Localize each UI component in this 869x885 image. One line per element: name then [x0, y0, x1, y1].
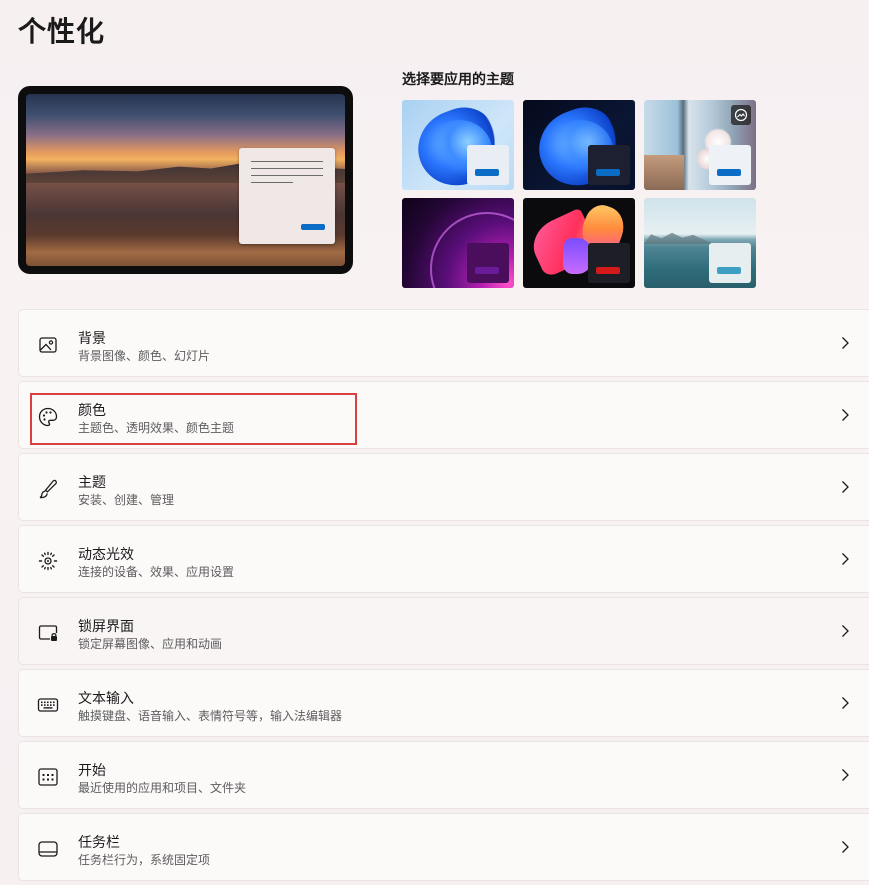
theme-tile-lake[interactable]: [644, 198, 756, 288]
settings-list: 背景 背景图像、颜色、幻灯片 颜色 主题色、透明效果、颜色主题 主题 安装、创建…: [18, 309, 869, 885]
chevron-right-icon: [842, 697, 849, 709]
setting-row-dynamic-lighting[interactable]: 动态光效 连接的设备、效果、应用设置: [18, 525, 869, 593]
setting-desc: 最近使用的应用和项目、文件夹: [78, 781, 247, 795]
setting-row-themes[interactable]: 主题 安装、创建、管理: [18, 453, 869, 521]
setting-title: 文本输入: [78, 691, 134, 707]
preview-accent-button: [301, 224, 325, 230]
theme-mini-window: [467, 145, 509, 185]
chevron-right-icon: [842, 841, 849, 853]
setting-row-text-input[interactable]: 文本输入 触摸键盘、语音输入、表情符号等，输入法编辑器: [18, 669, 869, 737]
setting-row-start[interactable]: 开始 最近使用的应用和项目、文件夹: [18, 741, 869, 809]
theme-mini-window: [709, 243, 751, 283]
setting-row-lock-screen[interactable]: 锁屏界面 锁定屏幕图像、应用和动画: [18, 597, 869, 665]
chevron-right-icon: [842, 481, 849, 493]
setting-title: 颜色: [78, 403, 106, 419]
theme-mini-window: [467, 243, 509, 283]
preview-wallpaper: [26, 94, 345, 266]
themes-grid: [402, 100, 756, 288]
palette-icon: [37, 406, 59, 428]
light-icon: [37, 550, 59, 572]
image-icon: [37, 334, 59, 356]
chevron-right-icon: [842, 625, 849, 637]
setting-title: 主题: [78, 475, 106, 491]
setting-row-background[interactable]: 背景 背景图像、颜色、幻灯片: [18, 309, 869, 377]
setting-desc: 主题色、透明效果、颜色主题: [78, 421, 235, 435]
theme-tile-captured-motion[interactable]: [523, 198, 635, 288]
chevron-right-icon: [842, 337, 849, 349]
page-title: 个性化: [18, 15, 106, 48]
theme-mini-window: [588, 145, 630, 185]
lock-screen-icon: [37, 622, 59, 644]
setting-row-taskbar[interactable]: 任务栏 任务栏行为，系统固定项: [18, 813, 869, 881]
setting-title: 开始: [78, 763, 106, 779]
setting-desc: 安装、创建、管理: [78, 493, 175, 507]
theme-tile-windows-dark[interactable]: [523, 100, 635, 190]
mountains: [644, 232, 714, 244]
theme-tile-glow-flowers[interactable]: [644, 100, 756, 190]
chevron-right-icon: [842, 409, 849, 421]
setting-title: 动态光效: [78, 547, 134, 563]
themes-title: 选择要应用的主题: [402, 72, 514, 88]
theme-mini-window: [588, 243, 630, 283]
setting-row-colors[interactable]: 颜色 主题色、透明效果、颜色主题: [18, 381, 869, 449]
setting-title: 锁屏界面: [78, 619, 134, 635]
brush-icon: [37, 478, 59, 500]
preview-window: [239, 148, 335, 244]
chevron-right-icon: [842, 769, 849, 781]
keyboard-icon: [37, 694, 59, 716]
theme-tile-windows-light[interactable]: [402, 100, 514, 190]
theme-tile-purple-glow[interactable]: [402, 198, 514, 288]
start-icon: [37, 766, 59, 788]
theme-preview: [18, 86, 353, 274]
taskbar-icon: [37, 838, 59, 860]
setting-title: 任务栏: [78, 835, 120, 851]
setting-desc: 触摸键盘、语音输入、表情符号等，输入法编辑器: [78, 709, 343, 723]
setting-desc: 任务栏行为，系统固定项: [78, 853, 211, 867]
setting-title: 背景: [78, 331, 106, 347]
setting-desc: 背景图像、颜色、幻灯片: [78, 349, 211, 363]
setting-desc: 连接的设备、效果、应用设置: [78, 565, 235, 579]
chevron-right-icon: [842, 553, 849, 565]
setting-desc: 锁定屏幕图像、应用和动画: [78, 637, 223, 651]
slideshow-badge-icon: [731, 105, 751, 125]
theme-mini-window: [709, 145, 751, 185]
